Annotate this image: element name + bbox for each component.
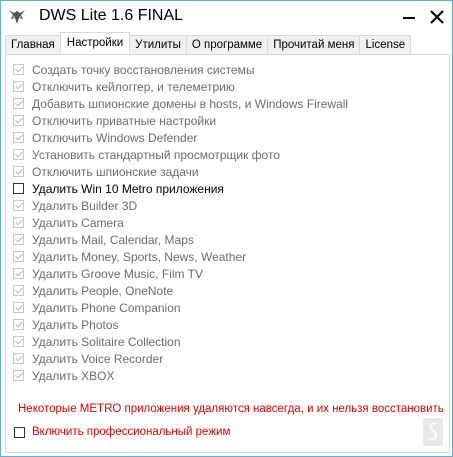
option-row: Отключить приватные настройки: [13, 112, 348, 129]
option-row: Создать точку восстановления системы: [13, 61, 348, 78]
wolf-logo-icon: [7, 7, 27, 27]
option-checkbox: [13, 166, 24, 177]
option-row: Удалить Camera: [13, 214, 348, 231]
option-row: Отключить кейлоггер, и телеметрию: [13, 78, 348, 95]
option-row: Удалить Groove Music, Film TV: [13, 265, 348, 282]
option-row: Добавить шпионские домены в hosts, и Win…: [13, 95, 348, 112]
option-row: Отключить Windows Defender: [13, 129, 348, 146]
option-checkbox: [13, 370, 24, 381]
option-label: Удалить Money, Sports, News, Weather: [32, 249, 247, 264]
metro-warning-text: Некоторые METRO приложения удаляются нав…: [18, 403, 444, 415]
tab-about[interactable]: О программе: [185, 35, 269, 54]
option-row: Отключить шпионские задачи: [13, 163, 348, 180]
option-checkbox: [13, 81, 24, 92]
option-label: Добавить шпионские домены в hosts, и Win…: [32, 96, 349, 111]
option-checkbox: [13, 251, 24, 262]
option-label: Отключить шпионские задачи: [32, 164, 199, 179]
option-checkbox: [13, 132, 24, 143]
option-label: Удалить Groove Music, Film TV: [32, 266, 203, 281]
option-checkbox: [13, 98, 24, 109]
window-title: DWS Lite 1.6 FINAL: [39, 7, 184, 24]
option-label: Удалить Camera: [32, 215, 124, 230]
tab-utilities[interactable]: Утилиты: [129, 35, 187, 54]
pro-mode-checkbox[interactable]: [14, 426, 25, 438]
option-checkbox: [13, 149, 24, 160]
option-label: Отключить приватные настройки: [32, 113, 217, 128]
option-checkbox: [13, 268, 24, 279]
option-checkbox: [13, 302, 24, 313]
option-row: Удалить People, OneNote: [13, 282, 348, 299]
option-row: Удалить Money, Sports, News, Weather: [13, 248, 348, 265]
option-row: Установить стандартный просмотрщик фото: [13, 146, 348, 163]
tab-license[interactable]: License: [359, 35, 412, 54]
option-row: Удалить Mail, Calendar, Maps: [13, 231, 348, 248]
option-label: Удалить Photos: [32, 317, 119, 332]
option-row: Удалить Phone Companion: [13, 299, 348, 316]
pro-mode-option[interactable]: Включить профессиональный режим: [14, 426, 230, 438]
tab-strip: Главная Настройки Утилиты О программе Пр…: [5, 32, 412, 54]
option-label: Удалить Voice Recorder: [32, 351, 164, 366]
option-label: Удалить People, OneNote: [32, 283, 174, 298]
option-label: Удалить Builder 3D: [32, 198, 138, 213]
option-label: Удалить Win 10 Metro приложения: [32, 181, 224, 196]
option-checkbox: [13, 353, 24, 364]
option-checkbox[interactable]: [13, 183, 24, 194]
option-label: Удалить Phone Companion: [32, 300, 181, 315]
option-label: Удалить Mail, Calendar, Maps: [32, 232, 194, 247]
option-row: Удалить Voice Recorder: [13, 350, 348, 367]
pro-mode-label: Включить профессиональный режим: [32, 426, 231, 438]
option-label: Отключить кейлоггер, и телеметрию: [32, 79, 235, 94]
option-checkbox: [13, 234, 24, 245]
option-checkbox: [13, 200, 24, 211]
tab-settings[interactable]: Настройки: [59, 32, 131, 54]
option-checkbox: [13, 115, 24, 126]
option-checkbox: [13, 336, 24, 347]
option-checkbox: [13, 285, 24, 296]
close-icon[interactable]: [425, 5, 449, 29]
app-window: DWS Lite 1.6 FINAL Главная Настройки Ути…: [0, 0, 453, 457]
option-row: Удалить Builder 3D: [13, 197, 348, 214]
option-row: Удалить Solitaire Collection: [13, 333, 348, 350]
option-checkbox: [13, 217, 24, 228]
options-list: Создать точку восстановления системы Откл…: [13, 61, 348, 384]
option-checkbox: [13, 319, 24, 330]
tab-main[interactable]: Главная: [5, 35, 61, 54]
option-row: Удалить Photos: [13, 316, 348, 333]
settings-panel: Создать точку восстановления системы Откл…: [5, 54, 450, 453]
option-row: Удалить XBOX: [13, 367, 348, 384]
option-label: Отключить Windows Defender: [32, 130, 198, 145]
option-label: Удалить Solitaire Collection: [32, 334, 181, 349]
option-label: Удалить XBOX: [32, 368, 115, 383]
option-checkbox: [13, 64, 24, 75]
option-label: Создать точку восстановления системы: [32, 62, 255, 77]
minimize-icon[interactable]: [397, 5, 421, 29]
option-row[interactable]: Удалить Win 10 Metro приложения: [13, 180, 348, 197]
scroll-glyph-icon: [423, 418, 443, 446]
option-label: Установить стандартный просмотрщик фото: [32, 147, 281, 162]
title-bar[interactable]: DWS Lite 1.6 FINAL: [1, 1, 452, 33]
tab-readme[interactable]: Прочитай меня: [267, 35, 361, 54]
